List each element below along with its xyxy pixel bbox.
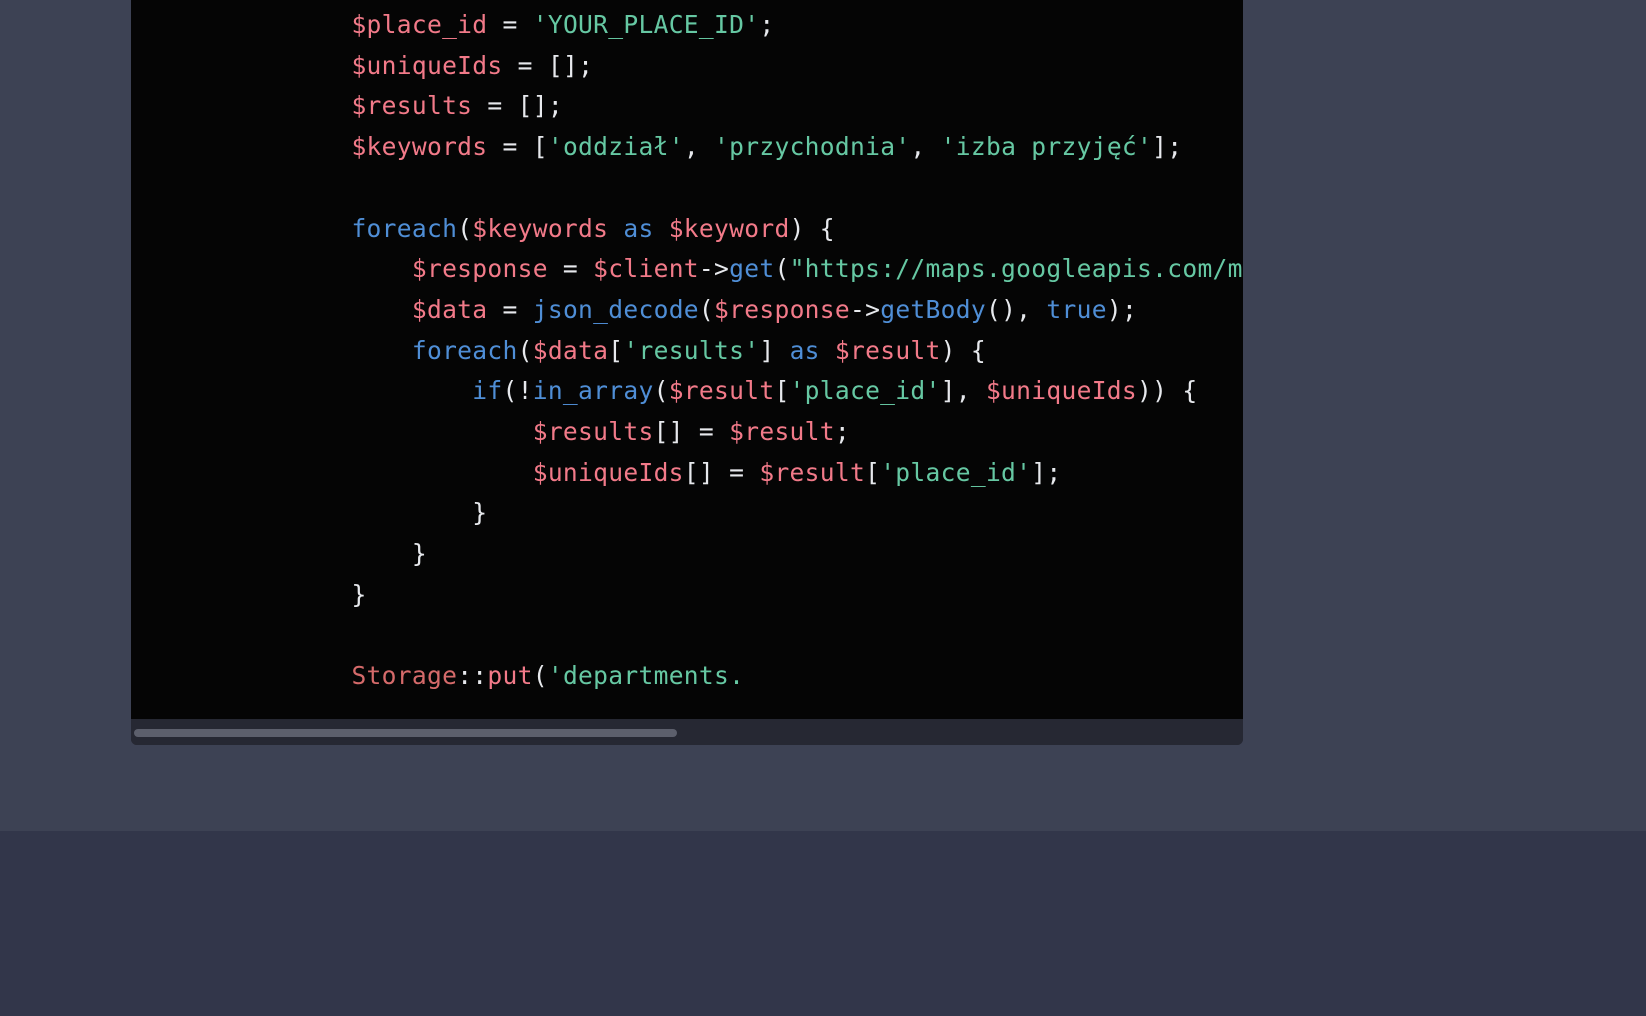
page-footer [0,831,1646,1016]
code-viewport[interactable]: $place_id = 'YOUR_PLACE_ID'; $uniqueIds … [131,0,1243,719]
code-panel: $place_id = 'YOUR_PLACE_ID'; $uniqueIds … [131,0,1243,745]
code-token: $place_id [351,10,487,39]
horizontal-scrollbar-thumb[interactable] [134,729,677,737]
code-block[interactable]: $place_id = 'YOUR_PLACE_ID'; $uniqueIds … [291,5,1243,697]
horizontal-scrollbar-track[interactable] [131,719,1243,745]
